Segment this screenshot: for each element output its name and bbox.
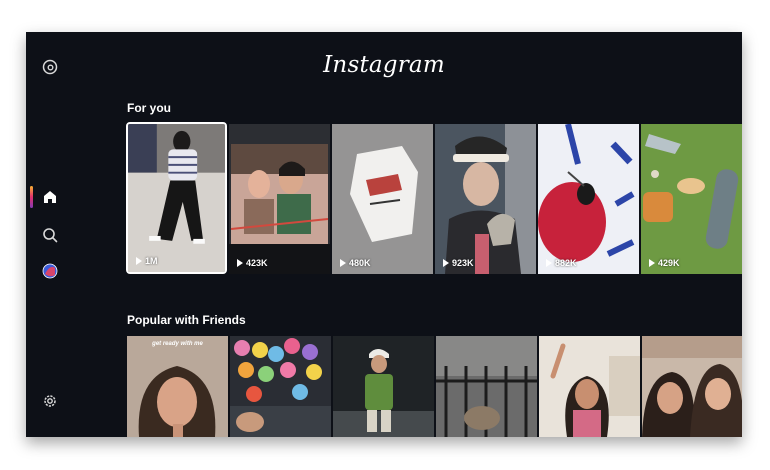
settings-icon[interactable] xyxy=(41,392,59,410)
reel-thumbnail xyxy=(333,336,434,437)
reel-thumbnail xyxy=(128,124,225,272)
reel-tile-2[interactable]: 423K xyxy=(229,124,330,274)
for-you-title: For you xyxy=(127,101,171,115)
friend-reel-tile-4[interactable] xyxy=(436,336,537,437)
view-count: 480K xyxy=(340,258,371,268)
reel-caption: get ready with me xyxy=(152,341,203,347)
reel-thumbnail xyxy=(539,336,640,437)
reel-tile-1[interactable]: 1M xyxy=(126,122,227,274)
reel-thumbnail xyxy=(127,336,228,437)
play-icon xyxy=(546,259,552,267)
instagram-logo: Instagram xyxy=(323,52,445,78)
friend-reel-tile-3[interactable] xyxy=(333,336,434,437)
play-icon xyxy=(443,259,449,267)
reel-tile-4[interactable]: 923K xyxy=(435,124,536,274)
reel-thumbnail xyxy=(641,124,742,274)
friend-reel-tile-2[interactable] xyxy=(230,336,331,437)
active-indicator xyxy=(30,186,33,208)
home-icon[interactable] xyxy=(41,188,59,206)
view-count: 882K xyxy=(546,258,577,268)
reel-thumbnail xyxy=(538,124,639,274)
view-count: 423K xyxy=(237,258,268,268)
play-icon xyxy=(340,259,346,267)
reel-tile-3[interactable]: 480K xyxy=(332,124,433,274)
reel-thumbnail xyxy=(436,336,537,437)
reel-thumbnail xyxy=(435,124,536,274)
friend-reel-tile-5[interactable] xyxy=(539,336,640,437)
search-icon[interactable] xyxy=(41,226,59,244)
play-icon xyxy=(237,259,243,267)
reel-thumbnail xyxy=(642,336,742,437)
view-count: 923K xyxy=(443,258,474,268)
play-icon xyxy=(136,257,142,265)
popular-with-friends-title: Popular with Friends xyxy=(127,313,246,327)
play-icon xyxy=(649,259,655,267)
profile-avatar[interactable] xyxy=(41,262,59,280)
view-count: 1M xyxy=(136,256,158,266)
reel-thumbnail xyxy=(332,124,433,274)
reel-tile-6[interactable]: 429K xyxy=(641,124,742,274)
tv-screen: Instagram For you 1M 423K 480K 923K 882K… xyxy=(26,32,742,437)
reel-thumbnail xyxy=(230,336,331,437)
friend-reel-tile-6[interactable] xyxy=(642,336,742,437)
reel-thumbnail xyxy=(229,124,330,274)
view-count: 429K xyxy=(649,258,680,268)
friend-reel-tile-1[interactable]: get ready with me xyxy=(127,336,228,437)
reel-tile-5[interactable]: 882K xyxy=(538,124,639,274)
